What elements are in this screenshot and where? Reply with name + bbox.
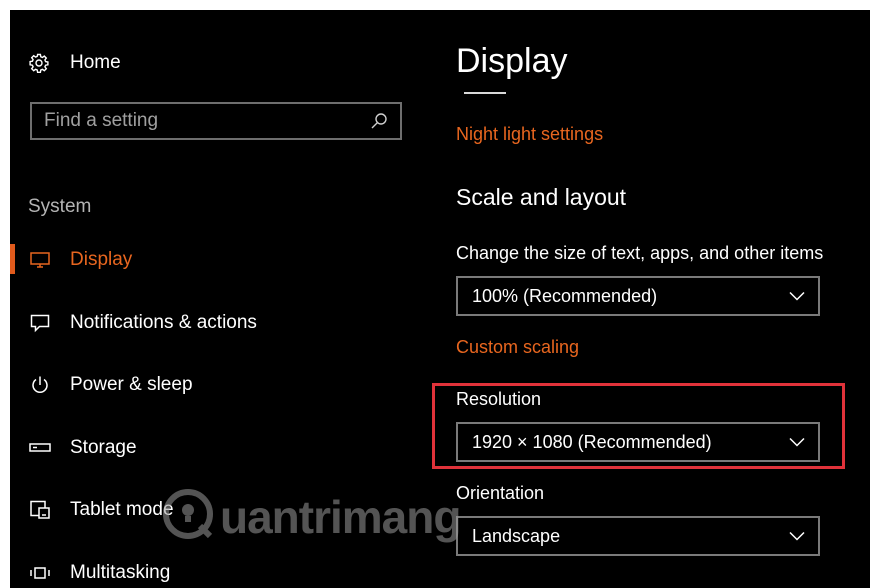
scale-dropdown[interactable]: 100% (Recommended): [456, 276, 820, 316]
scale-value: 100% (Recommended): [472, 285, 658, 306]
sidebar-item-power-sleep[interactable]: Power & sleep: [10, 367, 430, 430]
sidebar-item-notifications[interactable]: Notifications & actions: [10, 305, 430, 368]
night-light-settings-link[interactable]: Night light settings: [456, 124, 603, 145]
message-icon: [28, 311, 52, 335]
storage-icon: [28, 436, 52, 460]
sidebar-item-label: Power & sleep: [70, 374, 193, 396]
search-box: [30, 102, 402, 140]
resolution-label: Resolution: [456, 389, 542, 409]
page-title: Display: [456, 42, 568, 80]
tablet-mode-icon: [28, 498, 52, 522]
resolution-value: 1920 × 1080 (Recommended): [472, 431, 712, 452]
search-icon[interactable]: [364, 104, 394, 138]
sidebar-item-storage[interactable]: Storage: [10, 430, 430, 493]
monitor-icon: [28, 248, 52, 272]
main-content: Display Night light settings Scale and l…: [456, 10, 870, 588]
home-link[interactable]: Home: [28, 48, 121, 78]
settings-window: Home System: [10, 10, 870, 588]
scroll-indicator: [464, 92, 506, 94]
power-icon: [28, 373, 52, 397]
sidebar-item-label: Notifications & actions: [70, 311, 257, 333]
sidebar-item-label: Multitasking: [70, 561, 171, 583]
orientation-dropdown[interactable]: Landscape: [456, 516, 820, 556]
scale-layout-heading: Scale and layout: [456, 184, 627, 210]
chevron-down-icon: [788, 527, 806, 545]
scale-label: Change the size of text, apps, and other…: [456, 243, 824, 263]
sidebar-nav: Display Notifications & actions Power & …: [10, 242, 430, 588]
orientation-label: Orientation: [456, 483, 545, 503]
chevron-down-icon: [788, 287, 806, 305]
sidebar-item-label: Storage: [70, 436, 137, 458]
custom-scaling-link[interactable]: Custom scaling: [456, 337, 579, 358]
home-label: Home: [70, 52, 121, 73]
search-input[interactable]: [32, 103, 364, 139]
sidebar-item-tablet-mode[interactable]: Tablet mode: [10, 492, 430, 555]
sidebar-item-display[interactable]: Display: [10, 242, 430, 305]
chevron-down-icon: [788, 433, 806, 451]
sidebar-item-label: Display: [70, 249, 133, 271]
section-title: System: [28, 196, 92, 217]
resolution-dropdown[interactable]: 1920 × 1080 (Recommended): [456, 422, 820, 462]
sidebar-item-label: Tablet mode: [70, 499, 174, 521]
sidebar: Home System: [10, 10, 430, 588]
active-indicator: [10, 244, 15, 274]
multitasking-icon: [28, 561, 52, 585]
gear-icon: [28, 52, 50, 74]
sidebar-item-multitasking[interactable]: Multitasking: [10, 555, 430, 588]
orientation-value: Landscape: [472, 525, 561, 546]
